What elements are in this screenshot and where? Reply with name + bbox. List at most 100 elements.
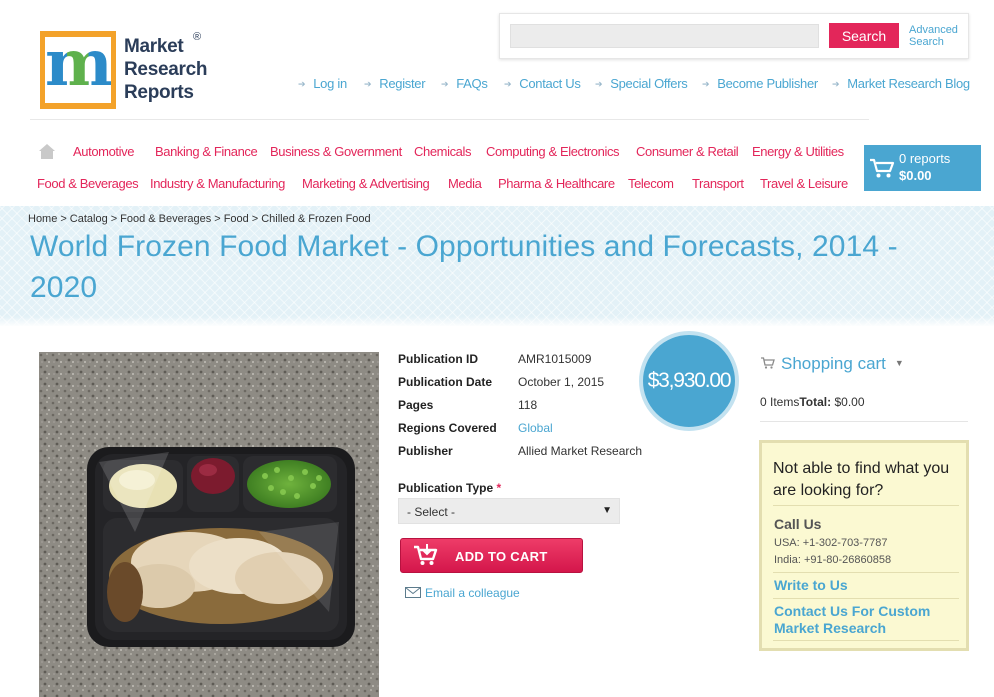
email-colleague-link[interactable]: Email a colleague [405, 586, 520, 600]
breadcrumb: Home > Catalog > Food & Beverages > Food > Chill… [28, 213, 371, 225]
cart-add-icon [414, 544, 438, 565]
detail-value: AMR1015009 [518, 352, 592, 366]
category-computing-electronics[interactable]: Computing & Electronics [486, 144, 620, 159]
shopping-cart-title: Shopping cart [781, 354, 886, 373]
breadcrumb-chilled-frozen[interactable]: Chilled & Frozen Food [261, 213, 370, 225]
category-nav-row-2: Food & Beverages Industry & Manufacturin… [0, 176, 860, 194]
category-pharma-healthcare[interactable]: Pharma & Healthcare [498, 176, 615, 191]
help-divider [773, 572, 959, 573]
help-divider [773, 598, 959, 599]
category-chemicals[interactable]: Chemicals [414, 144, 471, 159]
cart-divider [760, 421, 968, 422]
register-label: Register [379, 76, 426, 91]
contact-us-link[interactable]: ➔ Contact Us [504, 76, 581, 91]
help-box: Not able to find what you are looking fo… [759, 440, 969, 651]
help-divider [773, 505, 959, 506]
arrow-icon: ➔ [441, 79, 449, 89]
logo-text: Market Research Reports [124, 35, 207, 104]
registered-mark: ® [193, 31, 202, 43]
help-title: Not able to find what you are looking fo… [773, 460, 950, 499]
custom-research-link[interactable]: Contact Us For Custom Market Research [774, 603, 960, 637]
detail-label: Regions Covered [398, 421, 497, 435]
category-consumer-retail[interactable]: Consumer & Retail [636, 144, 739, 159]
register-link[interactable]: ➔ Register [364, 76, 426, 91]
category-telecom[interactable]: Telecom [628, 176, 674, 191]
detail-label: Pages [398, 398, 434, 412]
region-global-link[interactable]: Global [518, 421, 553, 435]
market-research-blog-link[interactable]: ➔ Market Research Blog [832, 76, 970, 91]
detail-value: 118 [518, 398, 538, 412]
detail-label: Publisher [398, 444, 453, 458]
special-offers-label: Special Offers [610, 76, 688, 91]
breadcrumb-food-beverages[interactable]: Food & Beverages [120, 213, 211, 225]
cart-total-value: $0.00 [834, 395, 865, 409]
write-to-us-link[interactable]: Write to Us [774, 577, 848, 594]
phone-usa: USA: +1-302-703-7787 [774, 537, 888, 549]
category-automotive[interactable]: Automotive [73, 144, 134, 159]
frozen-meal-tray-illustration [39, 352, 379, 697]
logo-line-2: Research [124, 59, 208, 80]
category-nav-row-1: Automotive Banking & Finance Business & … [0, 144, 860, 162]
category-media[interactable]: Media [448, 176, 482, 191]
category-energy-utilities[interactable]: Energy & Utilities [752, 144, 844, 159]
detail-label: Publication ID [398, 352, 479, 366]
logo-mark: m [40, 31, 116, 109]
product-image [39, 352, 379, 697]
page-title: World Frozen Food Market - Opportunities… [30, 230, 898, 304]
publication-type-text: Publication Type [398, 481, 494, 495]
arrow-icon: ➔ [702, 79, 710, 89]
detail-value: Allied Market Research [518, 444, 643, 458]
category-industry-manufacturing[interactable]: Industry & Manufacturing [150, 176, 285, 191]
header-cart[interactable]: 0 reports $0.00 [864, 145, 981, 191]
advanced-search-link[interactable]: Advanced Search [909, 24, 967, 48]
logo[interactable]: m Market Research Reports ® [40, 31, 240, 109]
special-offers-link[interactable]: ➔ Special Offers [595, 76, 688, 91]
chevron-down-icon: ▼ [894, 358, 904, 368]
arrow-icon: ➔ [504, 79, 512, 89]
detail-value: October 1, 2015 [518, 375, 605, 389]
dropdown-caret-icon: ▼ [602, 505, 612, 516]
add-to-cart-label: ADD TO CART [455, 549, 548, 564]
become-publisher-label: Become Publisher [717, 76, 818, 91]
publication-type-select[interactable]: - Select - ▼ [398, 498, 620, 524]
become-publisher-link[interactable]: ➔ Become Publisher [702, 76, 818, 91]
detail-label: Publication Date [398, 375, 493, 389]
cart-icon [761, 357, 775, 369]
category-food-beverages[interactable]: Food & Beverages [37, 176, 139, 191]
contact-us-label: Contact Us [519, 76, 581, 91]
publication-type-label: Publication Type * [398, 481, 501, 495]
category-transport[interactable]: Transport [692, 176, 744, 191]
help-divider [773, 640, 959, 641]
publication-type-selected: - Select - [407, 505, 456, 519]
search-box: Search Advanced Search [499, 13, 969, 59]
category-travel-leisure[interactable]: Travel & Leisure [760, 176, 848, 191]
cart-items-count: 0 Items [760, 395, 800, 409]
arrow-icon: ➔ [298, 79, 306, 89]
market-research-blog-label: Market Research Blog [847, 76, 970, 91]
breadcrumb-catalog[interactable]: Catalog [70, 213, 108, 225]
add-to-cart-button[interactable]: ADD TO CART [400, 538, 583, 573]
logo-letter: m [45, 26, 113, 101]
search-input[interactable] [510, 24, 819, 48]
phone-india: India: +91-80-26860858 [774, 554, 892, 566]
logo-line-3: Reports [124, 82, 194, 103]
category-business-government[interactable]: Business & Government [270, 144, 402, 159]
category-marketing-advertising[interactable]: Marketing & Advertising [302, 176, 430, 191]
cart-count: 0 reports [899, 151, 951, 166]
category-banking-finance[interactable]: Banking & Finance [155, 144, 258, 159]
cart-total: $0.00 [899, 168, 932, 183]
cart-total-label: Total: [799, 395, 832, 409]
shopping-cart-toggle[interactable]: Shopping cart ▼ [760, 354, 904, 374]
price-badge: $3,930.00 [639, 331, 739, 431]
arrow-icon: ➔ [832, 79, 840, 89]
arrow-icon: ➔ [595, 79, 603, 89]
header-divider [30, 119, 869, 120]
breadcrumb-home[interactable]: Home [28, 213, 57, 225]
faqs-link[interactable]: ➔ FAQs [441, 76, 488, 91]
login-link[interactable]: ➔ Log in [298, 76, 347, 91]
arrow-icon: ➔ [364, 79, 372, 89]
search-button[interactable]: Search [829, 23, 899, 48]
breadcrumb-food[interactable]: Food [224, 213, 249, 225]
required-marker: * [496, 481, 502, 495]
envelope-icon [405, 587, 421, 598]
